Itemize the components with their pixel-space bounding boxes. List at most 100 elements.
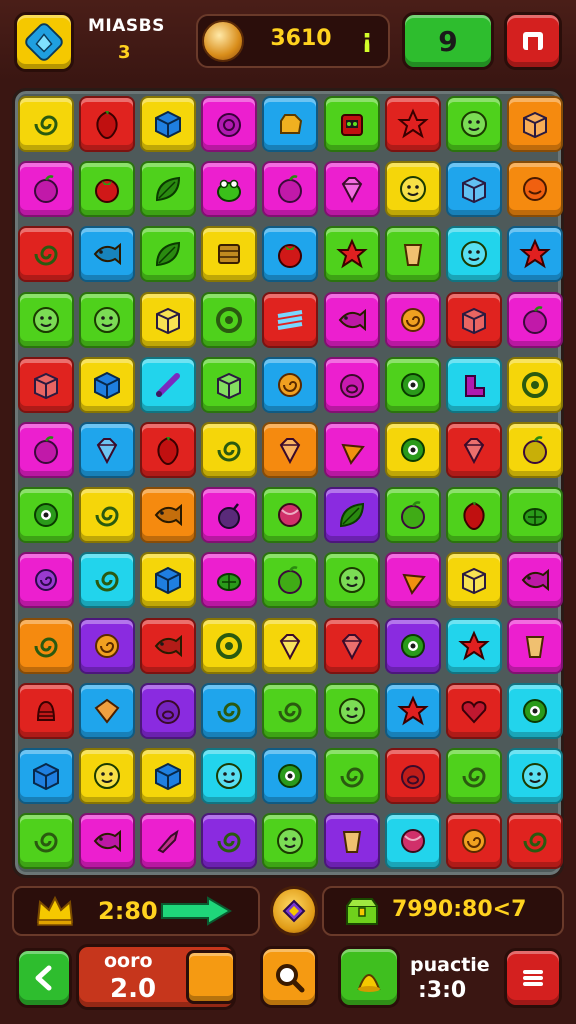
hint-button[interactable] [260,946,318,1008]
board-tile[interactable] [323,682,380,739]
board-tile[interactable] [140,356,197,413]
board-tile[interactable] [201,487,258,544]
board-tile[interactable] [506,161,563,218]
board-tile[interactable] [201,682,258,739]
board-tile[interactable] [262,552,319,609]
board-tile[interactable] [201,96,258,152]
board-tile[interactable] [384,356,441,413]
board-tile[interactable] [140,226,197,283]
board-tile[interactable] [79,748,136,804]
board-tile[interactable] [445,487,502,544]
board-tile[interactable] [384,291,441,348]
board-tile[interactable] [506,617,563,674]
board-tile[interactable] [384,226,441,283]
board-tile[interactable] [79,813,136,870]
board-tile[interactable] [79,682,136,739]
board-tile[interactable] [79,96,136,152]
board-tile[interactable] [262,96,319,152]
board-tile[interactable] [262,813,319,870]
board-tile[interactable] [18,682,74,739]
board-tile[interactable] [140,161,197,218]
board-tile[interactable] [445,813,502,870]
board-tile[interactable] [18,226,74,283]
board-tile[interactable] [445,356,502,413]
board-tile[interactable] [262,748,319,804]
board-tile[interactable] [262,291,319,348]
board-tile[interactable] [262,487,319,544]
board-tile[interactable] [506,682,563,739]
boost-button[interactable] [338,946,400,1008]
board-tile[interactable] [506,226,563,283]
board-tile[interactable] [18,552,74,609]
board-tile[interactable] [79,552,136,609]
board-tile[interactable] [79,356,136,413]
board-tile[interactable] [323,617,380,674]
board-tile[interactable] [18,291,74,348]
settings-menu-button[interactable] [504,948,562,1008]
menu-button[interactable] [14,12,74,72]
board-tile[interactable] [506,96,563,152]
board-tile[interactable] [201,161,258,218]
board-tile[interactable] [445,226,502,283]
board-tile[interactable] [323,291,380,348]
board-tile[interactable] [140,813,197,870]
board-tile[interactable] [201,813,258,870]
board-tile[interactable] [506,356,563,413]
board-tile[interactable] [262,226,319,283]
board-tile[interactable] [506,552,563,609]
board-tile[interactable] [323,487,380,544]
board-tile[interactable] [506,748,563,804]
board-tile[interactable] [445,291,502,348]
board-tile[interactable] [323,748,380,804]
board-tile[interactable] [323,96,380,152]
board-tile[interactable] [201,422,258,478]
board-tile[interactable] [201,291,258,348]
board-tile[interactable] [79,291,136,348]
board-tile[interactable] [201,552,258,609]
board-tile[interactable] [140,422,197,478]
board-tile[interactable] [201,748,258,804]
board-tile[interactable] [323,161,380,218]
board-tile[interactable] [445,682,502,739]
board-tile[interactable] [384,813,441,870]
board-tile[interactable] [445,161,502,218]
board-tile[interactable] [506,291,563,348]
board-tile[interactable] [262,356,319,413]
board-tile[interactable] [384,748,441,804]
board-tile[interactable] [384,682,441,739]
board-tile[interactable] [506,813,563,870]
back-button[interactable] [16,948,72,1008]
board-tile[interactable] [201,226,258,283]
board-tile[interactable] [18,422,74,478]
board-tile[interactable] [140,291,197,348]
board-tile[interactable] [262,422,319,478]
board-tile[interactable] [140,552,197,609]
board-tile[interactable] [323,552,380,609]
star-badge-button[interactable] [270,886,318,936]
board-tile[interactable] [262,617,319,674]
board-tile[interactable] [140,617,197,674]
board-tile[interactable] [384,617,441,674]
board-tile[interactable] [18,487,74,544]
board-tile[interactable] [445,552,502,609]
board-tile[interactable] [140,487,197,544]
board-tile[interactable] [79,161,136,218]
board-tile[interactable] [79,487,136,544]
board-tile[interactable] [18,161,74,218]
board-tile[interactable] [18,617,74,674]
board-tile[interactable] [384,161,441,218]
board-tile[interactable] [140,96,197,152]
board-tile[interactable] [79,422,136,478]
board-tile[interactable] [140,748,197,804]
board-tile[interactable] [140,682,197,739]
board-tile[interactable] [506,487,563,544]
board-tile[interactable] [384,487,441,544]
board-tile[interactable] [201,617,258,674]
board-tile[interactable] [384,422,441,478]
board-tile[interactable] [18,356,74,413]
board-tile[interactable] [79,617,136,674]
board-tile[interactable] [384,96,441,152]
board-tile[interactable] [506,422,563,478]
board-tile[interactable] [323,813,380,870]
board-tile[interactable] [323,356,380,413]
